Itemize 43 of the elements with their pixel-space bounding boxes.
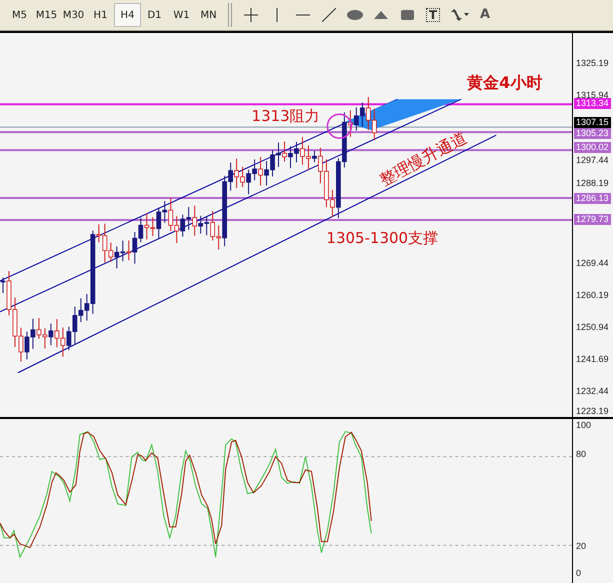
text-tool-button[interactable]: T — [420, 4, 446, 26]
price-axis-label: 1325.19 — [576, 58, 609, 68]
price-axis-label: 1250.94 — [576, 322, 609, 332]
oscillator-axis-label: 20 — [576, 541, 586, 551]
price-axis-label: 1232.44 — [576, 386, 609, 396]
oscillator-axis-label: 0 — [576, 568, 582, 578]
timeframe-button[interactable]: H4 — [114, 3, 141, 27]
highlight-ellipse — [326, 113, 352, 139]
arrows-dropdown-icon — [449, 9, 469, 21]
timeframe-button[interactable]: M5 — [6, 3, 33, 27]
timeframe-button[interactable]: M30 — [60, 3, 87, 27]
timeframe-button[interactable]: D1 — [141, 3, 168, 27]
price-level-tag: 1305.23 — [574, 128, 611, 139]
channel-label: 整理慢升通道 — [376, 128, 470, 190]
resistance-label: 1313阻力 — [252, 107, 320, 126]
timeframe-button[interactable]: W1 — [168, 3, 195, 27]
support-label: 1305-1300支撑 — [326, 228, 438, 247]
triangle-icon — [374, 11, 388, 19]
diagonal-line-icon — [322, 8, 336, 22]
oscillator-axis-label: 80 — [576, 449, 586, 459]
text-label-button[interactable]: A — [472, 4, 498, 26]
current-price-tag: 1307.15 — [574, 117, 611, 128]
vertical-line-icon — [276, 8, 278, 22]
oscillator-axis-label: 100 — [576, 420, 592, 430]
price-axis-label: 1223.19 — [576, 406, 609, 416]
price-level-tag: 1313.34 — [574, 98, 611, 109]
price-level-tag: 1286.13 — [574, 193, 611, 204]
price-axis-label: 1315.94 — [576, 90, 609, 100]
rectangle-icon — [400, 10, 414, 20]
price-axis-label: 1260.19 — [576, 290, 609, 300]
timeframe-button[interactable]: MN — [195, 3, 222, 27]
timeframe-button[interactable]: H1 — [87, 3, 114, 27]
price-axis-label: 1288.19 — [576, 178, 609, 188]
price-axis-label: 1241.69 — [576, 354, 609, 364]
chart-title: 黄金4小时 — [467, 73, 542, 92]
timeframe-button[interactable]: M15 — [33, 3, 60, 27]
ellipse-icon — [347, 10, 363, 20]
crosshair-icon — [244, 8, 258, 22]
horizontal-line-icon — [296, 14, 310, 16]
price-level-tag: 1279.73 — [574, 214, 611, 225]
price-axis-label: 1297.44 — [576, 155, 609, 165]
price-axis-label: 1269.44 — [576, 258, 609, 268]
price-level-tag: 1300.02 — [574, 142, 611, 153]
